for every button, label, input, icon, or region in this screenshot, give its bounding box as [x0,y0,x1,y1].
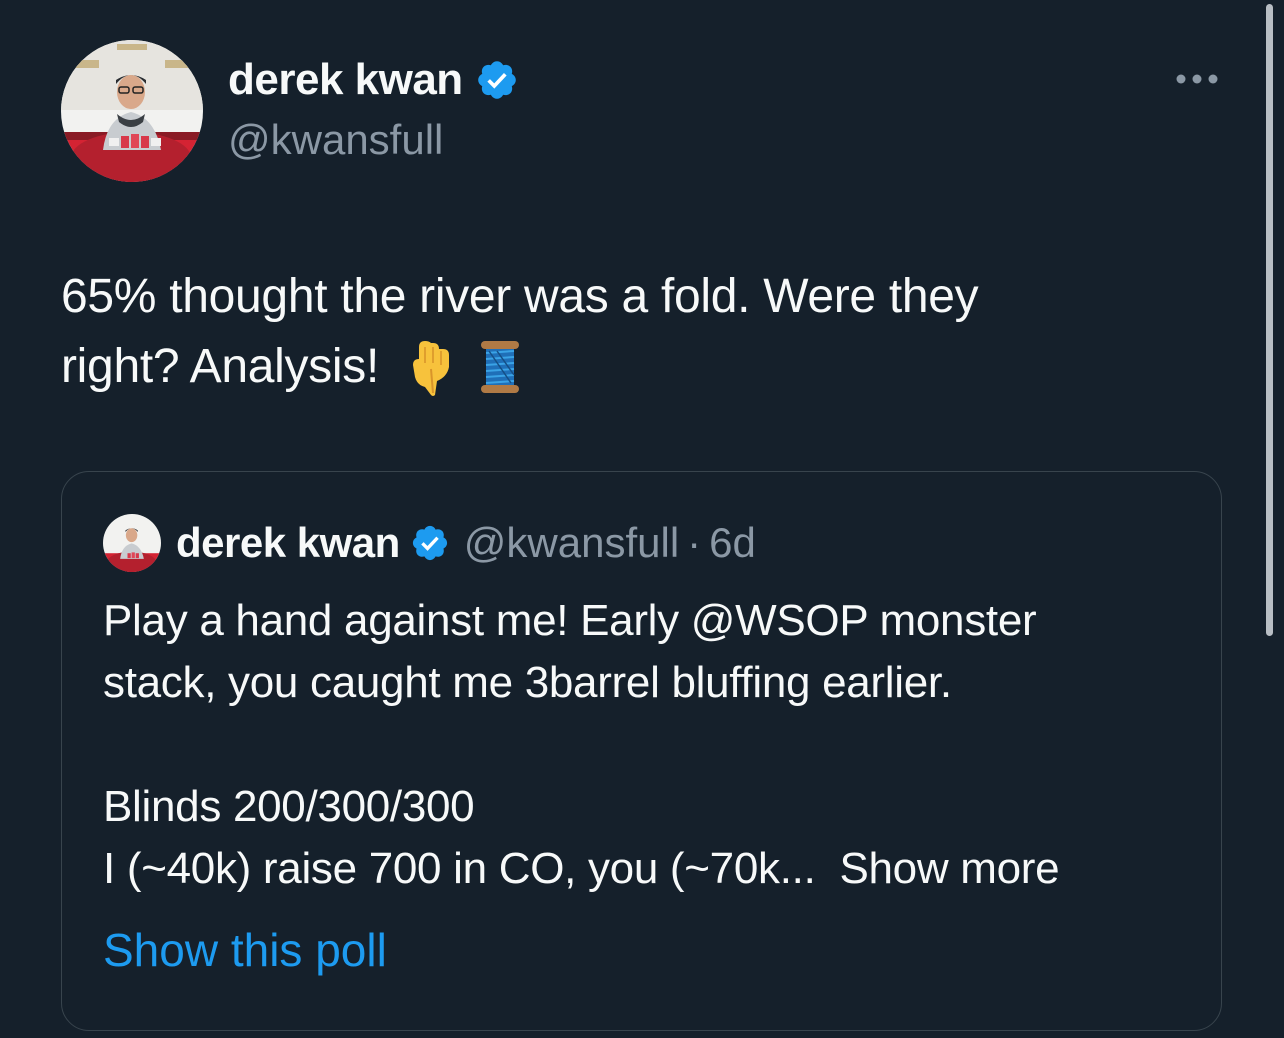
verified-badge-icon [412,525,447,561]
quoted-author-handle[interactable]: @kwansfull [464,519,679,567]
show-poll-link[interactable]: Show this poll [103,920,387,980]
quoted-tweet-timestamp[interactable]: 6d [709,519,756,567]
quoted-text-line-2: stack, you caught me 3barrel bluffing ea… [103,658,952,707]
scrollbar[interactable] [1266,4,1273,636]
quoted-author-avatar[interactable] [103,514,161,572]
quoted-text-line-1: Play a hand against me! Early @WSOP mons… [103,596,1037,645]
quoted-tweet-card[interactable]: derek kwan @kwansfull · 6d Play a hand a… [61,471,1222,1031]
quoted-author-name[interactable]: derek kwan [176,519,400,567]
author-name[interactable]: derek kwan [228,52,519,108]
author-handle[interactable]: @kwansfull [228,112,443,168]
verified-badge-icon [477,61,516,99]
tweet-text-line-2: right? Analysis! [61,332,1201,402]
more-options-icon[interactable] [1173,70,1221,88]
author-name-text[interactable]: derek kwan [228,52,463,108]
tweet-page: derek kwan @kwansfull 65% thought the ri… [0,0,1284,1038]
author-avatar[interactable] [61,40,203,182]
quoted-text-line-4: Blinds 200/300/300 [103,782,475,831]
separator-dot: · [687,519,702,566]
show-more-link[interactable]: Show more [839,844,1059,893]
spool-of-thread-icon [481,341,520,393]
quoted-text-last-line: I (~40k) raise 700 in CO, you (~70k... [103,844,816,893]
tweet-text-line-2-text: right? Analysis! [61,340,380,393]
quoted-tweet-header: derek kwan @kwansfull · 6d [176,512,756,574]
tweet-text: 65% thought the river was a fold. Were t… [61,262,1201,402]
tweet-text-line-1: 65% thought the river was a fold. Were t… [61,270,979,323]
quoted-tweet-text: Play a hand against me! Early @WSOP mons… [103,590,1193,900]
quoted-text-blank-line [103,714,1193,776]
quoted-text-line-5: I (~40k) raise 700 in CO, you (~70k... S… [103,838,1193,900]
backhand-index-pointing-down-icon [413,341,450,396]
